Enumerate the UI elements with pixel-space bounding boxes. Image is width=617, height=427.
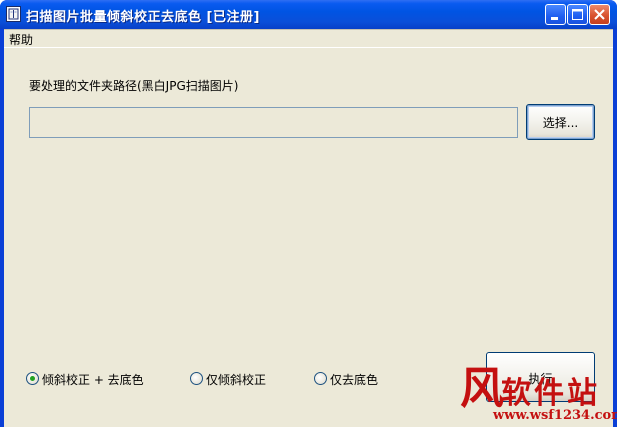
radio-icon[interactable]: [314, 372, 327, 385]
minimize-icon: [551, 17, 558, 20]
option-deskew-and-remove-bg[interactable]: 倾斜校正 + 去底色: [26, 371, 156, 387]
folder-path-input[interactable]: [29, 107, 518, 138]
option-label: 仅去底色: [330, 373, 379, 387]
minimize-button[interactable]: [545, 4, 566, 25]
app-window: 扫描图片批量倾斜校正去底色 [已注册] 帮助 要处理的文件夹路径(黑白JPG扫描…: [0, 0, 617, 427]
radio-icon[interactable]: [26, 372, 39, 385]
watermark-url: www.wsf1234.com: [493, 408, 617, 423]
option-deskew-only[interactable]: 仅倾斜校正: [190, 371, 280, 387]
choose-folder-button[interactable]: 选择...: [526, 104, 595, 140]
radio-icon[interactable]: [190, 372, 203, 385]
menu-bar: 帮助: [4, 29, 613, 48]
option-label: 倾斜校正 + 去底色: [42, 373, 144, 387]
option-label: 仅倾斜校正: [206, 373, 267, 387]
folder-path-label: 要处理的文件夹路径(黑白JPG扫描图片): [29, 79, 239, 93]
window-title: 扫描图片批量倾斜校正去底色 [已注册]: [26, 10, 260, 25]
watermark-logo-char: 风: [460, 363, 504, 414]
close-icon: [594, 9, 605, 20]
maximize-button[interactable]: [567, 4, 588, 25]
book-icon[interactable]: [6, 6, 21, 22]
close-button[interactable]: [589, 4, 610, 25]
option-remove-bg-only[interactable]: 仅去底色: [314, 371, 384, 387]
client-area: 帮助 要处理的文件夹路径(黑白JPG扫描图片) 选择... 倾斜校正 + 去底色…: [4, 29, 613, 427]
title-bar[interactable]: 扫描图片批量倾斜校正去底色 [已注册]: [0, 0, 617, 29]
menu-item-help[interactable]: 帮助: [9, 31, 33, 48]
maximize-icon: [572, 9, 583, 20]
